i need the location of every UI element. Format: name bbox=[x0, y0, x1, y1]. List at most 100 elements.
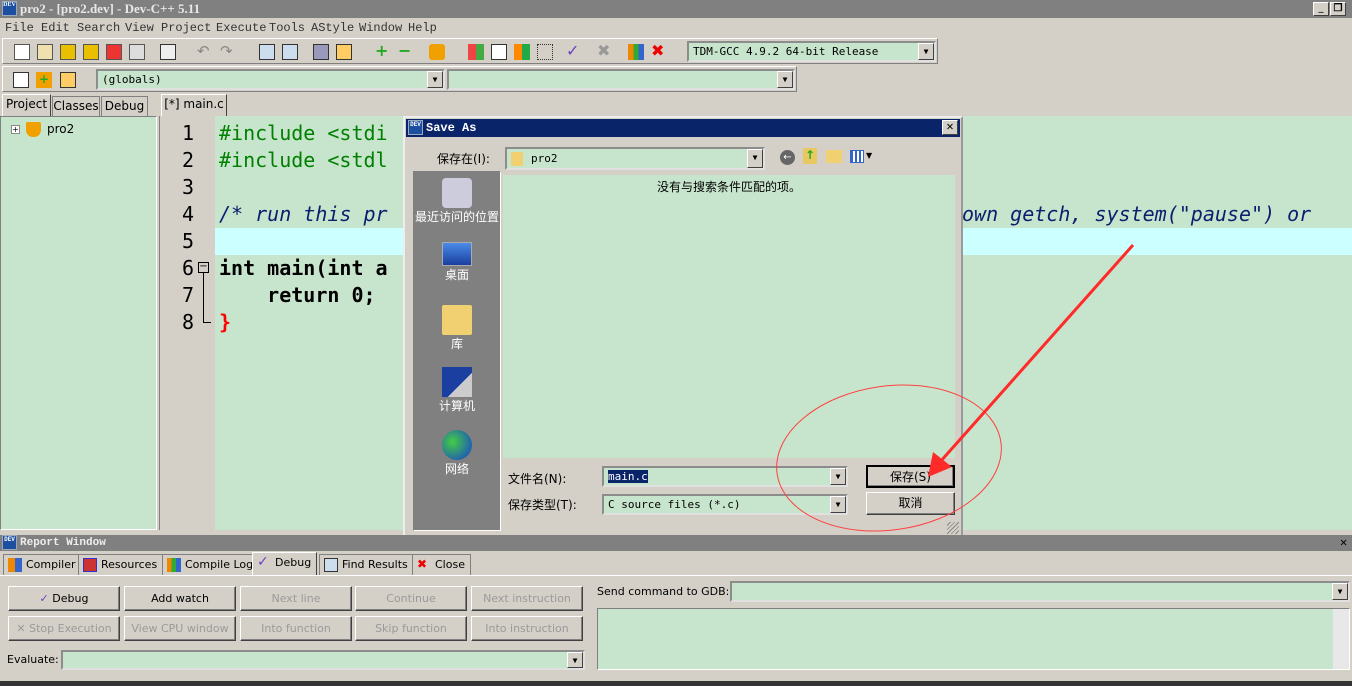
class-browser-icon[interactable] bbox=[60, 72, 76, 88]
tab-close[interactable]: ✖ Close bbox=[412, 554, 471, 575]
tab-label: Compiler bbox=[26, 558, 76, 571]
menu-astyle[interactable]: AStyle bbox=[311, 18, 354, 38]
add-to-project-icon[interactable]: + bbox=[375, 43, 391, 60]
new-folder-icon[interactable] bbox=[826, 150, 842, 163]
tab-compile-log[interactable]: Compile Log bbox=[162, 554, 260, 575]
stop-execution-button[interactable]: ✕ Stop Execution bbox=[8, 616, 120, 641]
member-select[interactable]: ▼ bbox=[447, 69, 795, 90]
goto-line-icon[interactable] bbox=[336, 44, 352, 60]
view-cpu-window-button[interactable]: View CPU window bbox=[124, 616, 236, 641]
compile-run-icon[interactable] bbox=[514, 44, 530, 60]
network-icon bbox=[442, 430, 472, 460]
place-desktop[interactable]: 桌面 bbox=[414, 242, 500, 282]
place-libraries[interactable]: 库 bbox=[414, 305, 500, 351]
into-function-button[interactable]: Into function bbox=[240, 616, 352, 641]
delete-profile-icon[interactable]: ✖ bbox=[651, 43, 667, 60]
toggle-bookmark-icon[interactable] bbox=[313, 44, 329, 60]
place-recent[interactable]: 最近访问的位置 bbox=[414, 178, 500, 224]
into-instruction-button[interactable]: Into instruction bbox=[471, 616, 583, 641]
chevron-down-icon[interactable]: ▼ bbox=[777, 71, 793, 88]
chevron-down-icon[interactable]: ▼ bbox=[427, 71, 443, 88]
print-icon[interactable] bbox=[160, 44, 176, 60]
back-icon[interactable]: ← bbox=[780, 150, 795, 165]
project-root[interactable]: pro2 bbox=[47, 122, 74, 136]
restore-button[interactable]: ❐ bbox=[1330, 2, 1346, 16]
tab-main-c[interactable]: [*] main.c bbox=[161, 94, 227, 116]
filename-input[interactable]: main.c ▼ bbox=[602, 466, 848, 487]
open-file-icon[interactable] bbox=[37, 44, 53, 60]
place-computer[interactable]: 计算机 bbox=[414, 367, 500, 413]
project-options-icon[interactable] bbox=[429, 44, 445, 60]
rebuild-all-icon[interactable] bbox=[537, 44, 553, 60]
fold-line bbox=[203, 273, 211, 323]
tab-find-results[interactable]: Find Results bbox=[319, 554, 414, 575]
close-file-icon[interactable] bbox=[106, 44, 122, 60]
view-menu-icon[interactable] bbox=[850, 150, 864, 163]
menu-view[interactable]: View bbox=[125, 18, 154, 38]
save-button[interactable]: 保存(S) bbox=[866, 465, 955, 488]
save-in-select[interactable]: pro2 ▼ bbox=[505, 147, 765, 170]
scope-select[interactable]: (globals) ▼ bbox=[96, 69, 445, 90]
report-close-icon[interactable]: ✕ bbox=[1340, 535, 1347, 551]
stop-execution-icon[interactable]: ✖ bbox=[597, 43, 613, 60]
menu-project[interactable]: Project bbox=[161, 18, 211, 38]
gdb-command-input[interactable]: ▼ bbox=[730, 581, 1350, 602]
scrollbar[interactable] bbox=[1333, 609, 1349, 669]
menu-file[interactable]: File bbox=[5, 18, 34, 38]
find-icon[interactable] bbox=[259, 44, 275, 60]
remove-from-project-icon[interactable]: − bbox=[398, 43, 414, 60]
debug-button[interactable]: ✓ Debug bbox=[8, 586, 120, 611]
filetype-select[interactable]: C source files (*.c) ▼ bbox=[602, 494, 848, 515]
file-list[interactable]: 没有与搜索条件匹配的项。 bbox=[503, 175, 955, 458]
undo-icon[interactable]: ↶ bbox=[197, 44, 213, 60]
tab-project[interactable]: Project bbox=[2, 94, 51, 116]
tab-classes[interactable]: Classes bbox=[52, 96, 100, 116]
gdb-output[interactable] bbox=[597, 608, 1350, 670]
fold-collapse-icon[interactable]: − bbox=[198, 262, 209, 273]
add-watch-button[interactable]: Add watch bbox=[124, 586, 236, 611]
menu-edit[interactable]: Edit bbox=[41, 18, 70, 38]
compile-icon[interactable] bbox=[468, 44, 484, 60]
expand-icon[interactable]: + bbox=[11, 125, 20, 134]
tab-resources[interactable]: Resources bbox=[78, 554, 164, 575]
evaluate-input[interactable]: ▼ bbox=[61, 650, 585, 670]
menu-help[interactable]: Help bbox=[408, 18, 437, 38]
profile-icon[interactable] bbox=[628, 44, 644, 60]
menu-window[interactable]: Window bbox=[359, 18, 402, 38]
new-file-icon[interactable] bbox=[14, 44, 30, 60]
chevron-down-icon[interactable]: ▼ bbox=[1332, 583, 1348, 600]
next-instruction-button[interactable]: Next instruction bbox=[471, 586, 583, 611]
chevron-down-icon[interactable]: ▼ bbox=[567, 652, 583, 668]
place-network[interactable]: 网络 bbox=[414, 430, 500, 476]
continue-button[interactable]: Continue bbox=[355, 586, 467, 611]
close-all-icon[interactable] bbox=[129, 44, 145, 60]
tab-debug[interactable]: Debug bbox=[101, 96, 148, 116]
minimize-button[interactable]: _ bbox=[1313, 2, 1329, 16]
resize-grip[interactable] bbox=[947, 522, 959, 534]
tab-debug-report[interactable]: ✓ Debug bbox=[252, 552, 318, 575]
replace-icon[interactable] bbox=[282, 44, 298, 60]
menu-tools[interactable]: Tools bbox=[269, 18, 305, 38]
save-icon[interactable] bbox=[60, 44, 76, 60]
debug-check-icon[interactable]: ✓ bbox=[566, 43, 582, 60]
menu-search[interactable]: Search bbox=[77, 18, 120, 38]
tab-compiler[interactable]: Compiler bbox=[3, 554, 82, 575]
insert-icon[interactable] bbox=[13, 72, 29, 88]
chevron-down-icon[interactable]: ▼ bbox=[830, 496, 846, 513]
up-folder-icon[interactable]: ↑ bbox=[803, 148, 817, 164]
chevron-down-icon[interactable]: ▼ bbox=[830, 468, 846, 485]
menu-execute[interactable]: Execute bbox=[216, 18, 266, 38]
run-icon[interactable] bbox=[491, 44, 507, 60]
cancel-button[interactable]: 取消 bbox=[866, 492, 955, 515]
compiler-select[interactable]: TDM-GCC 4.9.2 64-bit Release ▼ bbox=[687, 41, 936, 62]
app-icon: DEV bbox=[2, 1, 17, 16]
skip-function-button[interactable]: Skip function bbox=[355, 616, 467, 641]
chevron-down-icon[interactable]: ▼ bbox=[918, 43, 934, 60]
dialog-close-button[interactable]: ✕ bbox=[942, 120, 958, 135]
next-line-button[interactable]: Next line bbox=[240, 586, 352, 611]
redo-icon[interactable]: ↷ bbox=[220, 44, 236, 60]
chevron-down-icon[interactable]: ▼ bbox=[747, 149, 763, 168]
save-all-icon[interactable] bbox=[83, 44, 99, 60]
chevron-down-icon[interactable]: ▼ bbox=[866, 151, 872, 160]
new-class-icon[interactable]: + bbox=[36, 72, 52, 88]
